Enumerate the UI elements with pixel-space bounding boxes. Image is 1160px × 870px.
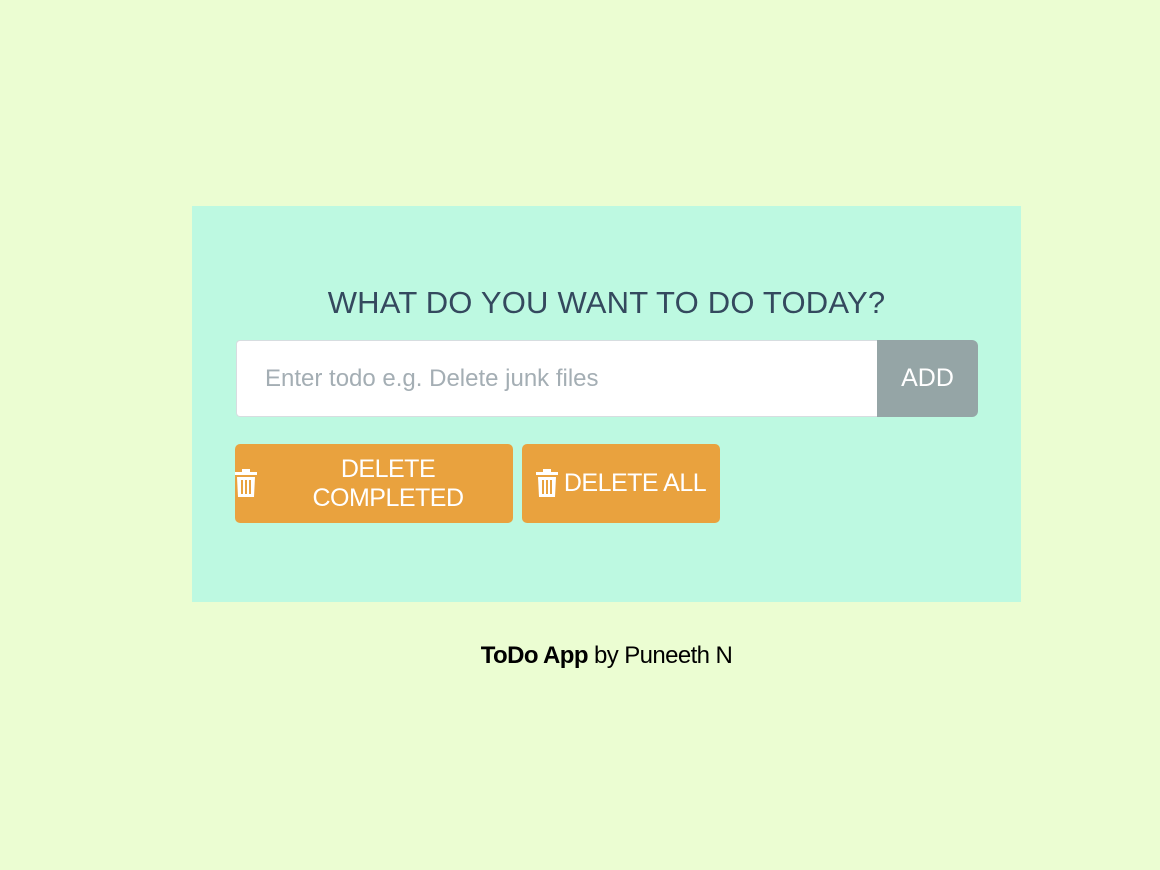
delete-all-label: DELETE ALL <box>563 469 707 497</box>
delete-completed-label: DELETE COMPLETED <box>312 454 464 512</box>
add-button[interactable]: ADD <box>877 340 978 417</box>
footer-brand: ToDo App <box>480 642 589 669</box>
delete-completed-button[interactable]: DELETE COMPLETED <box>235 444 513 523</box>
footer-byline: by Puneeth N <box>587 642 733 669</box>
trash-icon <box>235 468 257 497</box>
delete-all-button[interactable]: DELETE ALL <box>522 444 720 523</box>
page-title: WHAT DO YOU WANT TO DO TODAY? <box>327 285 886 320</box>
trash-icon <box>535 468 558 497</box>
todo-input[interactable] <box>236 340 878 417</box>
footer-credit: ToDo App by Puneeth N <box>192 640 1021 672</box>
